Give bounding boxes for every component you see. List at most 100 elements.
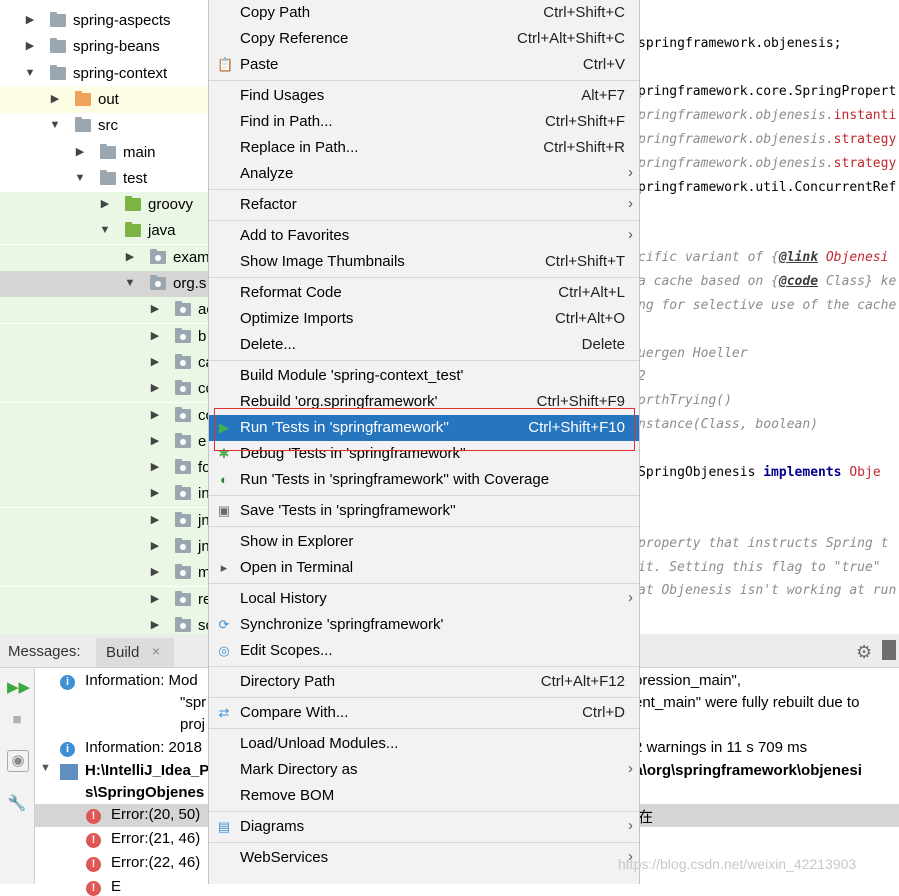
code-editor[interactable]: springframework.objenesis; pringframework… xyxy=(638,0,899,634)
chevron-right-icon[interactable]: ▶ xyxy=(149,487,161,499)
menu-item-find-usages[interactable]: Find Usages Alt+F7 xyxy=(209,83,639,109)
menu-item-save-tests-in-springframework[interactable]: ▣ Save 'Tests in 'springframework'' xyxy=(209,498,639,524)
tree-item[interactable]: ▶ac xyxy=(0,297,210,324)
close-icon[interactable]: × xyxy=(152,643,160,659)
tree-item[interactable]: ▶ b xyxy=(0,323,210,350)
code-line: cific variant of {@link Objenesi xyxy=(638,250,888,265)
tree-item[interactable]: ▶ jn xyxy=(0,534,210,560)
chevron-right-icon[interactable]: ▶ xyxy=(149,330,161,342)
menu-item-directory-path[interactable]: Directory Path Ctrl+Alt+F12 xyxy=(209,669,639,695)
tree-item[interactable]: ▶co xyxy=(0,402,210,429)
menu-item-shortcut: Ctrl+Alt+Shift+C xyxy=(517,30,625,47)
chevron-right-icon[interactable]: ▶ xyxy=(74,146,86,158)
menu-item-build-module-spring-context-test[interactable]: Build Module 'spring-context_test' xyxy=(209,363,639,389)
chevron-down-icon[interactable]: ▼ xyxy=(49,119,61,131)
tree-item[interactable]: ▶sc xyxy=(0,612,210,634)
menu-item-edit-scopes[interactable]: ◎ Edit Scopes... xyxy=(209,638,639,664)
hide-panel-icon[interactable] xyxy=(882,640,896,660)
folder-icon xyxy=(125,222,141,238)
tab-build[interactable]: Build × xyxy=(96,638,174,667)
tree-item[interactable]: ▶ main xyxy=(0,139,210,166)
tree-item[interactable]: ▶ out xyxy=(0,86,210,113)
chevron-right-icon[interactable]: ▶ xyxy=(149,619,161,631)
chevron-right-icon[interactable]: ▶ xyxy=(149,593,161,605)
chevron-right-icon[interactable]: ▶ xyxy=(149,356,161,368)
error-row[interactable]: ! Error:(22, 46) xyxy=(86,854,200,872)
chevron-right-icon[interactable]: ▶ xyxy=(149,409,161,421)
chevron-right-icon[interactable]: ▶ xyxy=(149,461,161,473)
menu-item-analyze[interactable]: Analyze › xyxy=(209,161,639,187)
chevron-right-icon[interactable]: ▶ xyxy=(149,303,161,315)
chevron-right-icon[interactable]: ▶ xyxy=(24,14,36,26)
menu-item-copy-reference[interactable]: Copy Reference Ctrl+Alt+Shift+C xyxy=(209,26,639,52)
filter-errors-icon[interactable]: ◉ xyxy=(7,750,29,772)
tree-item[interactable]: ▶ re xyxy=(0,586,210,613)
chevron-down-icon[interactable]: ▼ xyxy=(124,277,136,289)
tree-item[interactable]: ▼ java xyxy=(0,218,210,245)
menu-item-show-in-explorer[interactable]: Show in Explorer xyxy=(209,529,639,555)
tree-item[interactable]: ▶ groovy xyxy=(0,192,210,219)
menu-item-load-unload-modules[interactable]: Load/Unload Modules... xyxy=(209,731,639,757)
menu-item-optimize-imports[interactable]: Optimize Imports Ctrl+Alt+O xyxy=(209,306,639,332)
menu-item-shortcut: Ctrl+Shift+T xyxy=(544,253,625,270)
menu-item-mark-directory-as[interactable]: Mark Directory as › xyxy=(209,757,639,783)
file-path[interactable]: H:\IntelliJ_Idea_P xyxy=(85,762,209,779)
chevron-down-icon[interactable]: ▼ xyxy=(24,67,36,79)
tree-item[interactable]: ▶ exam xyxy=(0,244,210,271)
error-text: E xyxy=(111,878,122,895)
wrench-icon[interactable]: 🔧 xyxy=(7,794,27,814)
tree-item[interactable]: ▶ca xyxy=(0,349,210,376)
code-line: property that instructs Spring t xyxy=(638,536,888,551)
chevron-right-icon[interactable]: ▶ xyxy=(149,435,161,447)
menu-item-synchronize-springframework[interactable]: ⟳ Synchronize 'springframework' xyxy=(209,612,639,638)
tree-item[interactable]: ▶ fo xyxy=(0,455,210,482)
menu-item-reformat-code[interactable]: Reformat Code Ctrl+Alt+L xyxy=(209,280,639,306)
tree-item[interactable]: ▶co xyxy=(0,376,210,403)
menu-item-run-tests-in-springframework-with-coverage[interactable]: ◐ Run 'Tests in 'springframework'' with C… xyxy=(209,467,639,493)
tree-item[interactable]: ▶ spring-aspects xyxy=(0,8,210,34)
gear-icon[interactable]: ⚙ xyxy=(856,642,872,663)
menu-item-compare-with[interactable]: ⇄ Compare With... Ctrl+D xyxy=(209,700,639,726)
menu-item-remove-bom[interactable]: Remove BOM xyxy=(209,783,639,809)
error-row[interactable]: ! Error:(20, 50) xyxy=(86,806,200,824)
menu-item-copy-path[interactable]: Copy Path Ctrl+Shift+C xyxy=(209,0,639,26)
menu-item-add-to-favorites[interactable]: Add to Favorites › xyxy=(209,223,639,249)
tree-item[interactable]: ▶ spring-beans xyxy=(0,34,210,61)
chevron-down-icon[interactable]: ▼ xyxy=(99,224,111,236)
tree-item[interactable]: ▼ test xyxy=(0,165,210,192)
expand-arrow-icon[interactable]: ▼ xyxy=(40,762,51,774)
chevron-right-icon[interactable]: ▶ xyxy=(149,566,161,578)
menu-item-diagrams[interactable]: ▤ Diagrams › xyxy=(209,814,639,840)
chevron-right-icon[interactable]: ▶ xyxy=(99,198,111,210)
chevron-right-icon[interactable]: ▶ xyxy=(149,382,161,394)
menu-item-replace-in-path[interactable]: Replace in Path... Ctrl+Shift+R xyxy=(209,135,639,161)
menu-item-show-image-thumbnails[interactable]: Show Image Thumbnails Ctrl+Shift+T xyxy=(209,249,639,275)
error-row[interactable]: ! E xyxy=(86,878,121,896)
menu-item-delete[interactable]: Delete... Delete xyxy=(209,332,639,358)
tree-item[interactable]: ▶ e xyxy=(0,428,210,455)
info-row-2[interactable]: i Information: 2018 xyxy=(60,739,202,757)
chevron-down-icon[interactable]: ▼ xyxy=(74,172,86,184)
menu-item-local-history[interactable]: Local History › xyxy=(209,586,639,612)
code-line: pringframework.objenesis.strategy xyxy=(638,156,896,171)
tree-item[interactable]: ▶ jn xyxy=(0,507,210,534)
tree-item[interactable]: ▶ in xyxy=(0,481,210,508)
menu-item-refactor[interactable]: Refactor › xyxy=(209,192,639,218)
tree-item[interactable]: ▼ spring-context xyxy=(0,60,210,87)
chevron-right-icon[interactable]: ▶ xyxy=(124,251,136,263)
tree-item[interactable]: ▶ m xyxy=(0,560,210,587)
rerun-icon[interactable]: ▶▶ xyxy=(7,678,30,698)
error-row[interactable]: ! Error:(21, 46) xyxy=(86,830,200,848)
menu-item-find-in-path[interactable]: Find in Path... Ctrl+Shift+F xyxy=(209,109,639,135)
menu-item-paste[interactable]: 📋 Paste Ctrl+V xyxy=(209,52,639,78)
tree-item[interactable]: ▼ src xyxy=(0,113,210,140)
stop-icon[interactable]: ■ xyxy=(7,710,27,730)
tree-item[interactable]: ▼ org.s xyxy=(0,271,210,297)
chevron-right-icon[interactable]: ▶ xyxy=(24,40,36,52)
info-row-1[interactable]: i Information: Mod xyxy=(60,672,198,690)
chevron-right-icon[interactable]: ▶ xyxy=(149,540,161,552)
chevron-right-icon[interactable]: ▶ xyxy=(49,93,61,105)
menu-item-webservices[interactable]: WebServices › xyxy=(209,845,639,871)
menu-item-open-in-terminal[interactable]: ▸ Open in Terminal xyxy=(209,555,639,581)
chevron-right-icon[interactable]: ▶ xyxy=(149,514,161,526)
